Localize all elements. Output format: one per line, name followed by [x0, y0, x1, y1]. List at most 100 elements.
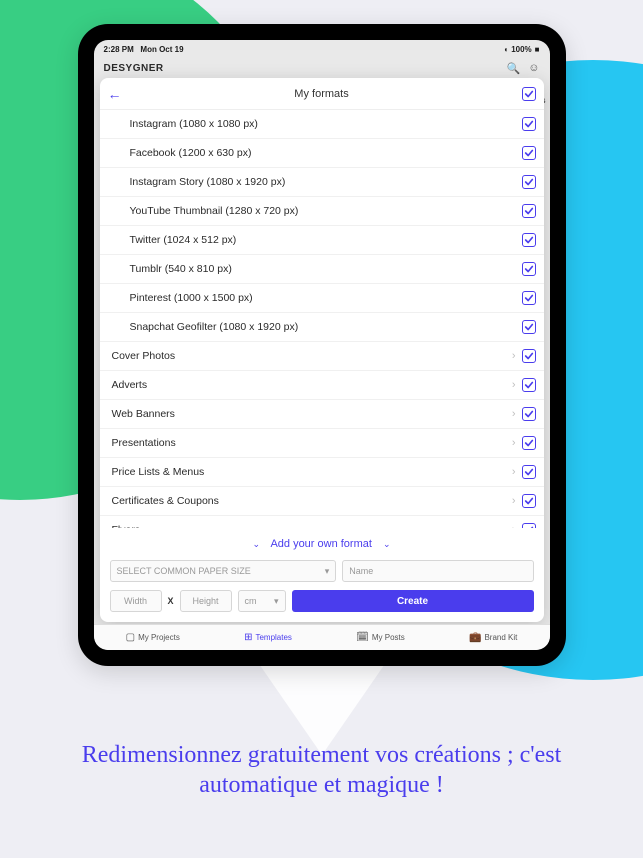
chevron-right-icon: › [512, 495, 516, 507]
add-format-row[interactable]: ⌄ Add your own format ⌄ [100, 528, 544, 556]
format-label: Certificates & Coupons [112, 495, 219, 507]
tab-my-posts[interactable]: 🗓 My Posts [356, 632, 405, 643]
calendar-icon: 🗓 [356, 632, 369, 643]
search-icon[interactable]: 🔍 [507, 62, 521, 75]
by-separator: X [168, 590, 174, 612]
formats-modal: ← My formats Instagram (1080 x 1080 px) F… [100, 78, 544, 622]
format-checkbox[interactable] [522, 349, 536, 363]
height-placeholder: Height [193, 596, 219, 606]
format-row[interactable]: Flyers› [100, 516, 544, 528]
format-checkbox[interactable] [522, 465, 536, 479]
tab-label: Brand Kit [484, 633, 517, 642]
chevron-down-icon: ⌄ [252, 539, 260, 549]
format-row[interactable]: Instagram Story (1080 x 1920 px) [100, 168, 544, 197]
paper-size-label: SELECT COMMON PAPER SIZE [117, 566, 251, 576]
tab-label: My Projects [138, 633, 180, 642]
chevron-right-icon: › [512, 466, 516, 478]
format-label: Twitter (1024 x 512 px) [112, 234, 237, 246]
tab-label: Templates [255, 633, 291, 642]
format-checkbox[interactable] [522, 378, 536, 392]
format-name-input[interactable]: Name [342, 560, 533, 582]
unit-label: cm [245, 596, 257, 606]
format-row[interactable]: Facebook (1200 x 630 px) [100, 139, 544, 168]
tab-my-projects[interactable]: ▢ My Projects [126, 632, 180, 643]
format-label: Adverts [112, 379, 148, 391]
wifi-icon: ◖ [503, 45, 508, 54]
format-label: Instagram Story (1080 x 1920 px) [112, 176, 286, 188]
format-checkbox[interactable] [522, 175, 536, 189]
format-checkbox[interactable] [522, 204, 536, 218]
marketing-caption: Redimensionnez gratuite­ment vos créatio… [72, 740, 572, 800]
format-row[interactable]: Presentations › [100, 429, 544, 458]
format-checkbox[interactable] [522, 436, 536, 450]
tab-bar: ▢ My Projects ⊞ Templates 🗓 My Posts 💼 B… [94, 624, 550, 650]
create-label: Create [397, 596, 428, 607]
format-label: Cover Photos [112, 350, 176, 362]
toolbox-icon: 💼 [469, 632, 481, 643]
format-row[interactable]: Certificates & Coupons › [100, 487, 544, 516]
modal-title: My formats [294, 88, 348, 100]
format-label: YouTube Thumbnail (1280 x 720 px) [112, 205, 299, 217]
status-left: 2:28 PM Mon Oct 19 [104, 45, 184, 54]
folder-icon: ▢ [126, 632, 135, 643]
format-row[interactable]: Twitter (1024 x 512 px) [100, 226, 544, 255]
paper-size-select[interactable]: SELECT COMMON PAPER SIZE ▾ [110, 560, 337, 582]
formats-list: Instagram (1080 x 1080 px) Facebook (1200… [100, 110, 544, 528]
format-label: Pinterest (1000 x 1500 px) [112, 292, 253, 304]
account-icon[interactable]: ☺ [528, 62, 539, 75]
name-placeholder: Name [349, 566, 373, 576]
format-row[interactable]: Pinterest (1000 x 1500 px) [100, 284, 544, 313]
chevron-down-icon: ⌄ [383, 539, 391, 549]
format-checkbox[interactable] [522, 117, 536, 131]
tab-brand-kit[interactable]: 💼 Brand Kit [469, 632, 517, 643]
format-checkbox[interactable] [522, 262, 536, 276]
select-all-checkbox[interactable] [522, 87, 536, 101]
chevron-right-icon: › [512, 350, 516, 362]
format-row[interactable]: Instagram (1080 x 1080 px) [100, 110, 544, 139]
format-row[interactable]: Price Lists & Menus › [100, 458, 544, 487]
format-label: Snapchat Geofilter (1080 x 1920 px) [112, 321, 299, 333]
chevron-right-icon: › [512, 437, 516, 449]
chevron-right-icon: › [512, 379, 516, 391]
format-checkbox[interactable] [522, 233, 536, 247]
format-row[interactable]: Tumblr (540 x 810 px) [100, 255, 544, 284]
format-row[interactable]: Snapchat Geofilter (1080 x 1920 px) [100, 313, 544, 342]
width-placeholder: Width [124, 596, 147, 606]
battery-percent: 100% [511, 45, 531, 54]
format-checkbox[interactable] [522, 146, 536, 160]
format-row[interactable]: Web Banners › [100, 400, 544, 429]
format-row[interactable]: Cover Photos › [100, 342, 544, 371]
format-checkbox[interactable] [522, 291, 536, 305]
height-input[interactable]: Height [180, 590, 232, 612]
format-checkbox[interactable] [522, 320, 536, 334]
format-row[interactable]: YouTube Thumbnail (1280 x 720 px) [100, 197, 544, 226]
format-checkbox[interactable] [522, 407, 536, 421]
templates-icon: ⊞ [244, 632, 252, 643]
tab-label: My Posts [372, 633, 405, 642]
status-date: Mon Oct 19 [140, 45, 183, 54]
width-input[interactable]: Width [110, 590, 162, 612]
chevron-right-icon: › [512, 408, 516, 420]
app-header: DESYGNER 🔍 ☺ [94, 58, 550, 78]
unit-select[interactable]: cm ▾ [238, 590, 286, 612]
status-bar: 2:28 PM Mon Oct 19 ◖ 100% ■ [94, 40, 550, 58]
caret-down-icon: ▾ [274, 596, 279, 607]
back-button[interactable]: ← [108, 86, 122, 102]
screen: 2:28 PM Mon Oct 19 ◖ 100% ■ DESYGNER 🔍 ☺… [94, 40, 550, 650]
create-button[interactable]: Create [292, 590, 534, 612]
modal-header: ← My formats [100, 78, 544, 110]
format-label: Web Banners [112, 408, 175, 420]
format-row[interactable]: Adverts › [100, 371, 544, 400]
format-label: Instagram (1080 x 1080 px) [112, 118, 258, 130]
status-right: ◖ 100% ■ [503, 45, 539, 54]
format-label: Tumblr (540 x 810 px) [112, 263, 232, 275]
format-label: Price Lists & Menus [112, 466, 205, 478]
format-label: Presentations [112, 437, 176, 449]
format-checkbox[interactable] [522, 494, 536, 508]
caret-down-icon: ▾ [325, 566, 330, 577]
tab-templates[interactable]: ⊞ Templates [244, 632, 292, 643]
add-format-label: Add your own format [270, 538, 372, 550]
status-time: 2:28 PM [104, 45, 134, 54]
format-label: Facebook (1200 x 630 px) [112, 147, 252, 159]
battery-icon: ■ [535, 45, 540, 54]
